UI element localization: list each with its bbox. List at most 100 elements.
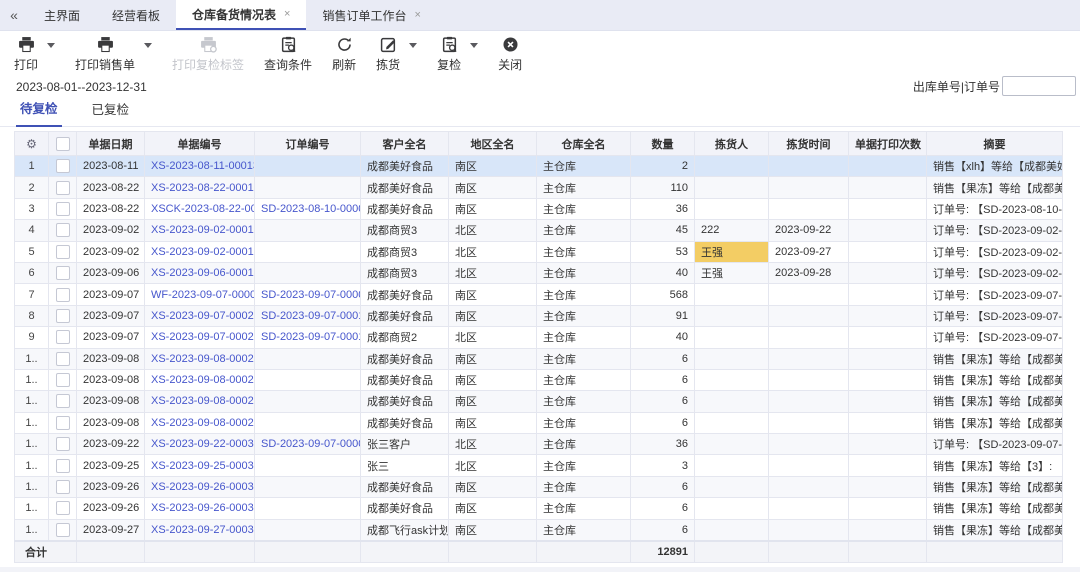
doc-no-link[interactable]: XS-2023-09-27-00034 — [144, 518, 255, 542]
doc-no-link[interactable]: XS-2023-09-26-00033 — [144, 497, 255, 520]
row-checkbox[interactable] — [55, 266, 70, 281]
doc-no-link[interactable]: WF-2023-09-07-00003 — [144, 283, 255, 306]
order-no-link[interactable] — [254, 518, 361, 542]
col-header-picker[interactable]: 拣货人 — [694, 131, 769, 156]
row-checkbox[interactable] — [55, 223, 70, 238]
table-row[interactable]: 5 2023-09-02 XS-2023-09-02-00017 成都商贸3 北… — [14, 240, 1063, 263]
picking-button[interactable]: 拣货 — [376, 36, 400, 73]
order-no-link[interactable]: SD-2023-09-07-00017 — [254, 304, 361, 328]
doc-no-link[interactable]: XS-2023-09-22-00030 — [144, 433, 255, 456]
order-no-link[interactable] — [254, 176, 361, 199]
tab-close-icon[interactable]: × — [284, 8, 290, 20]
table-row[interactable]: 1.. 2023-09-08 XS-2023-09-08-00027 成都美好食… — [14, 411, 1063, 435]
row-checkbox[interactable] — [55, 480, 70, 495]
row-checkbox[interactable] — [55, 522, 70, 537]
doc-no-link[interactable]: XS-2023-09-08-00027 — [144, 411, 255, 435]
table-row[interactable]: 6 2023-09-06 XS-2023-09-06-00018 成都商贸3 北… — [14, 261, 1063, 285]
doc-no-link[interactable]: XS-2023-09-02-00016 — [144, 219, 255, 242]
table-row[interactable]: 1.. 2023-09-08 XS-2023-09-08-00024 成都美好食… — [14, 347, 1063, 370]
order-no-link[interactable]: SD-2023-09-07-00005 — [254, 433, 361, 456]
row-checkbox[interactable] — [55, 244, 70, 259]
table-row[interactable]: 7 2023-09-07 WF-2023-09-07-00003 SD-2023… — [14, 283, 1063, 306]
doc-no-link[interactable]: XS-2023-08-11-00013 — [144, 154, 255, 178]
doc-no-link[interactable]: XS-2023-09-06-00018 — [144, 261, 255, 285]
table-row[interactable]: 1.. 2023-09-08 XS-2023-09-08-00025 成都美好食… — [14, 368, 1063, 392]
select-all-checkbox[interactable] — [55, 136, 70, 151]
doc-no-link[interactable]: XS-2023-08-22-00014 — [144, 176, 255, 199]
doc-no-link[interactable]: XS-2023-09-08-00026 — [144, 390, 255, 413]
col-header-doc-date[interactable]: 单据日期 — [76, 131, 145, 156]
tab-dashboard[interactable]: 经营看板 — [96, 0, 176, 30]
order-no-link[interactable]: SD-2023-09-07-00014 — [254, 326, 361, 349]
doc-no-link[interactable]: XS-2023-09-08-00024 — [144, 347, 255, 370]
row-checkbox[interactable] — [55, 351, 70, 366]
table-row[interactable]: 8 2023-09-07 XS-2023-09-07-00022 SD-2023… — [14, 304, 1063, 328]
recheck-button[interactable]: 复检 — [437, 36, 461, 73]
caret-down-icon[interactable] — [409, 43, 418, 48]
doc-no-link[interactable]: XS-2023-09-25-00031 — [144, 454, 255, 477]
table-row[interactable]: 1.. 2023-09-27 XS-2023-09-27-00034 成都飞行a… — [14, 518, 1063, 542]
print-button[interactable]: 打印 — [14, 36, 38, 73]
order-no-link[interactable]: SD-2023-09-07-00009 — [254, 283, 361, 306]
tab-close-icon[interactable]: × — [415, 9, 421, 21]
caret-down-icon[interactable] — [144, 43, 153, 48]
row-checkbox[interactable] — [55, 159, 70, 174]
col-header-customer[interactable]: 客户全名 — [360, 131, 449, 156]
doc-no-link[interactable]: XSCK-2023-08-22-00001 — [144, 197, 255, 221]
table-row[interactable]: 9 2023-09-07 XS-2023-09-07-00023 SD-2023… — [14, 326, 1063, 349]
order-no-link[interactable] — [254, 347, 361, 370]
table-row[interactable]: 1.. 2023-09-08 XS-2023-09-08-00026 成都美好食… — [14, 390, 1063, 413]
order-no-link[interactable] — [254, 497, 361, 520]
subtab-pending-recheck[interactable]: 待复检 — [16, 98, 62, 127]
col-header-summary[interactable]: 摘要 — [926, 131, 1063, 156]
order-no-link[interactable] — [254, 240, 361, 263]
row-checkbox[interactable] — [55, 201, 70, 216]
row-checkbox[interactable] — [55, 437, 70, 452]
table-row[interactable]: 1.. 2023-09-25 XS-2023-09-25-00031 张三 北区… — [14, 454, 1063, 477]
table-row[interactable]: 1 2023-08-11 XS-2023-08-11-00013 成都美好食品 … — [14, 154, 1063, 178]
order-no-link[interactable] — [254, 454, 361, 477]
table-row[interactable]: 1.. 2023-09-26 XS-2023-09-26-00033 成都美好食… — [14, 497, 1063, 520]
refresh-button[interactable]: 刷新 — [332, 36, 356, 73]
subtab-rechecked[interactable]: 已复检 — [88, 99, 134, 126]
row-checkbox[interactable] — [55, 501, 70, 516]
doc-no-link[interactable]: XS-2023-09-07-00022 — [144, 304, 255, 328]
order-no-link[interactable] — [254, 219, 361, 242]
col-header-order-no[interactable]: 订单编号 — [254, 131, 361, 156]
table-row[interactable]: 1.. 2023-09-26 XS-2023-09-26-00032 成都美好食… — [14, 475, 1063, 499]
row-checkbox[interactable] — [55, 180, 70, 195]
print-sales-order-button[interactable]: 打印销售单 — [75, 36, 135, 73]
order-no-link[interactable] — [254, 390, 361, 413]
col-header-qty[interactable]: 数量 — [630, 131, 695, 156]
col-header-doc-no[interactable]: 单据编号 — [144, 131, 255, 156]
table-row[interactable]: 1.. 2023-09-22 XS-2023-09-22-00030 SD-20… — [14, 433, 1063, 456]
col-header-print-count[interactable]: 单据打印次数 — [848, 131, 927, 156]
col-header-warehouse[interactable]: 仓库全名 — [536, 131, 631, 156]
doc-no-link[interactable]: XS-2023-09-26-00032 — [144, 475, 255, 499]
collapse-sidebar-icon[interactable]: « — [0, 0, 28, 30]
row-checkbox[interactable] — [55, 287, 70, 302]
caret-down-icon[interactable] — [470, 43, 479, 48]
query-conditions-button[interactable]: 查询条件 — [264, 36, 312, 73]
doc-no-link[interactable]: XS-2023-09-07-00023 — [144, 326, 255, 349]
row-checkbox[interactable] — [55, 308, 70, 323]
doc-no-link[interactable]: XS-2023-09-08-00025 — [144, 368, 255, 392]
order-no-link[interactable] — [254, 261, 361, 285]
row-checkbox[interactable] — [55, 415, 70, 430]
order-no-link[interactable] — [254, 411, 361, 435]
col-header-pick-time[interactable]: 拣货时间 — [768, 131, 849, 156]
row-checkbox[interactable] — [55, 394, 70, 409]
tab-sales-order-workbench[interactable]: 销售订单工作台 × — [306, 0, 436, 30]
order-no-link[interactable]: SD-2023-08-10-00002 — [254, 197, 361, 221]
column-settings-gear-icon[interactable]: ⚙ — [26, 137, 37, 151]
table-row[interactable]: 2 2023-08-22 XS-2023-08-22-00014 成都美好食品 … — [14, 176, 1063, 199]
doc-no-link[interactable]: XS-2023-09-02-00017 — [144, 240, 255, 263]
tab-warehouse-stock-report[interactable]: 仓库备货情况表 × — [176, 0, 307, 30]
caret-down-icon[interactable] — [47, 43, 56, 48]
row-checkbox[interactable] — [55, 373, 70, 388]
order-no-search-input[interactable] — [1002, 76, 1076, 96]
tab-home[interactable]: 主界面 — [28, 0, 96, 30]
row-checkbox[interactable] — [55, 330, 70, 345]
order-no-link[interactable] — [254, 475, 361, 499]
table-row[interactable]: 4 2023-09-02 XS-2023-09-02-00016 成都商贸3 北… — [14, 219, 1063, 242]
